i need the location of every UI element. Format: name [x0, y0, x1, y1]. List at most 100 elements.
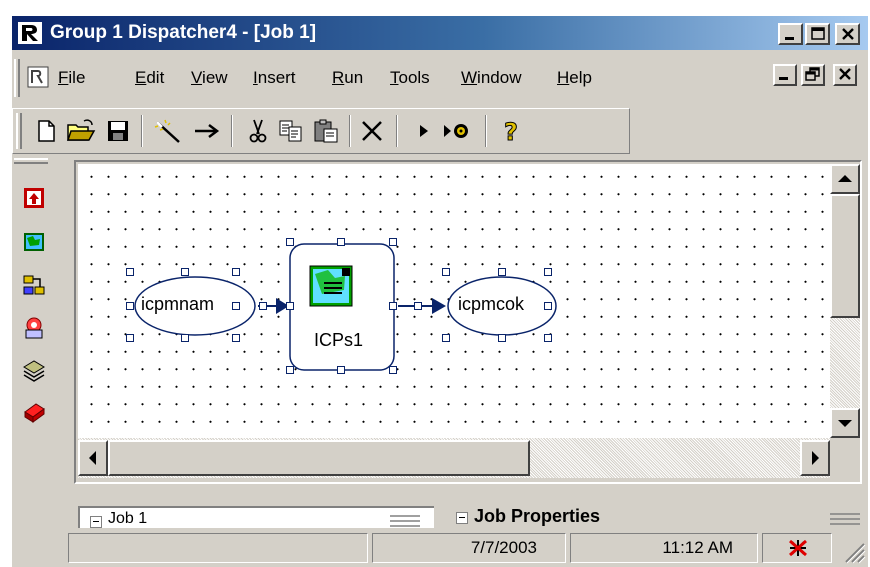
menubar-grip[interactable] — [14, 59, 20, 97]
selection-handle[interactable] — [337, 366, 345, 374]
minimize-icon — [785, 37, 794, 40]
resize-grip-icon[interactable] — [840, 536, 866, 564]
scroll-left-button[interactable] — [78, 440, 108, 476]
menu-help[interactable]: Help — [557, 68, 592, 88]
horizontal-scroll-thumb[interactable] — [108, 440, 530, 476]
document-window-icon[interactable] — [26, 65, 50, 89]
arrow-left-icon — [89, 451, 96, 465]
selection-handle[interactable] — [286, 366, 294, 374]
toolbar-separator — [396, 115, 398, 147]
pane-drag-handle-icon[interactable] — [830, 512, 860, 526]
selection-handle[interactable] — [126, 334, 134, 342]
job-properties-pane[interactable]: Job Properties — [446, 506, 862, 528]
menu-file[interactable]: File — [58, 68, 85, 88]
arrow-right-icon — [812, 451, 819, 465]
selection-handle[interactable] — [181, 334, 189, 342]
job-properties-label: Job Properties — [474, 506, 601, 526]
palette-grip[interactable] — [14, 158, 48, 164]
selection-handle[interactable] — [337, 238, 345, 246]
port-handle[interactable] — [389, 302, 397, 310]
selection-handle[interactable] — [389, 238, 397, 246]
wizard-icon[interactable] — [153, 118, 185, 144]
scroll-down-button[interactable] — [830, 408, 860, 438]
scroll-corner — [830, 438, 860, 478]
menu-window[interactable]: Window — [461, 68, 521, 88]
connect-arrow-icon[interactable] — [193, 118, 221, 144]
scroll-up-button[interactable] — [830, 164, 860, 194]
stack-icon[interactable] — [22, 358, 46, 382]
arrow-up-icon — [838, 175, 852, 182]
child-restore-button[interactable] — [801, 64, 825, 86]
standard-toolbar: ? — [12, 108, 630, 154]
diagram-canvas[interactable]: icpmnam ICPs1 icpmcok — [78, 164, 830, 438]
menu-edit[interactable]: Edit — [135, 68, 164, 88]
open-icon[interactable] — [66, 118, 96, 144]
new-icon[interactable] — [33, 118, 59, 144]
app-logo-icon — [18, 22, 42, 44]
vertical-scrollbar[interactable] — [830, 164, 860, 438]
delete-icon[interactable] — [359, 118, 385, 144]
menu-file-rest: ile — [68, 68, 86, 87]
scroll-right-button[interactable] — [800, 440, 830, 476]
vertical-scroll-thumb[interactable] — [830, 194, 860, 318]
selection-handle[interactable] — [232, 334, 240, 342]
selection-handle[interactable] — [498, 334, 506, 342]
status-date: 7/7/2003 — [372, 533, 566, 563]
selection-handle[interactable] — [232, 268, 240, 276]
svg-text:?: ? — [504, 118, 518, 144]
pane-drag-handle-icon[interactable] — [390, 514, 420, 528]
copy-icon[interactable] — [278, 118, 304, 144]
menu-run[interactable]: Run — [332, 68, 363, 88]
selection-handle[interactable] — [442, 334, 450, 342]
save-icon[interactable] — [105, 118, 131, 144]
port-handle[interactable] — [232, 302, 240, 310]
selection-handle[interactable] — [389, 366, 397, 374]
child-minimize-button[interactable] — [773, 64, 797, 86]
disconnected-icon — [789, 539, 807, 557]
process-node-label[interactable]: ICPs1 — [314, 330, 363, 351]
horizontal-scrollbar[interactable] — [78, 438, 830, 478]
run-debug-icon[interactable] — [441, 118, 473, 144]
close-icon — [839, 68, 851, 80]
selection-handle[interactable] — [181, 268, 189, 276]
paste-icon[interactable] — [313, 118, 339, 144]
cut-icon[interactable] — [245, 118, 271, 144]
output-icon[interactable] — [22, 400, 46, 424]
port-handle[interactable] — [126, 302, 134, 310]
title-bar[interactable]: Group 1 Dispatcher4 - [Job 1] — [12, 16, 868, 50]
selection-handle[interactable] — [286, 238, 294, 246]
port-handle[interactable] — [259, 302, 267, 310]
process-node-shape — [289, 243, 395, 371]
input-icon[interactable] — [22, 186, 46, 210]
job-tree-pane[interactable]: Job 1 — [78, 506, 434, 528]
selection-handle[interactable] — [126, 268, 134, 276]
port-handle[interactable] — [544, 302, 552, 310]
arrow-down-icon — [838, 420, 852, 427]
child-close-button[interactable] — [833, 64, 857, 86]
input-node-label[interactable]: icpmnam — [141, 294, 214, 315]
menu-insert[interactable]: Insert — [253, 68, 296, 88]
output-node-label[interactable]: icpmcok — [458, 294, 524, 315]
close-button[interactable] — [835, 23, 860, 45]
collapse-icon[interactable] — [456, 512, 468, 524]
menu-tools[interactable]: Tools — [390, 68, 430, 88]
toolbar-separator — [141, 115, 143, 147]
port-handle[interactable] — [414, 302, 422, 310]
help-icon[interactable]: ? — [499, 118, 525, 144]
menu-view[interactable]: View — [191, 68, 228, 88]
toolbar-grip[interactable] — [16, 113, 22, 149]
selection-handle[interactable] — [544, 268, 552, 276]
restore-icon — [805, 67, 820, 81]
run-icon[interactable] — [411, 118, 437, 144]
maximize-button[interactable] — [805, 23, 830, 45]
map-icon[interactable] — [22, 230, 46, 254]
port-handle[interactable] — [286, 302, 294, 310]
process-icon[interactable] — [22, 316, 46, 340]
selection-handle[interactable] — [442, 268, 450, 276]
transform-icon[interactable] — [22, 273, 46, 297]
toolbar-separator — [349, 115, 351, 147]
collapse-icon[interactable] — [90, 516, 102, 528]
selection-handle[interactable] — [544, 334, 552, 342]
selection-handle[interactable] — [498, 268, 506, 276]
minimize-button[interactable] — [778, 23, 803, 45]
